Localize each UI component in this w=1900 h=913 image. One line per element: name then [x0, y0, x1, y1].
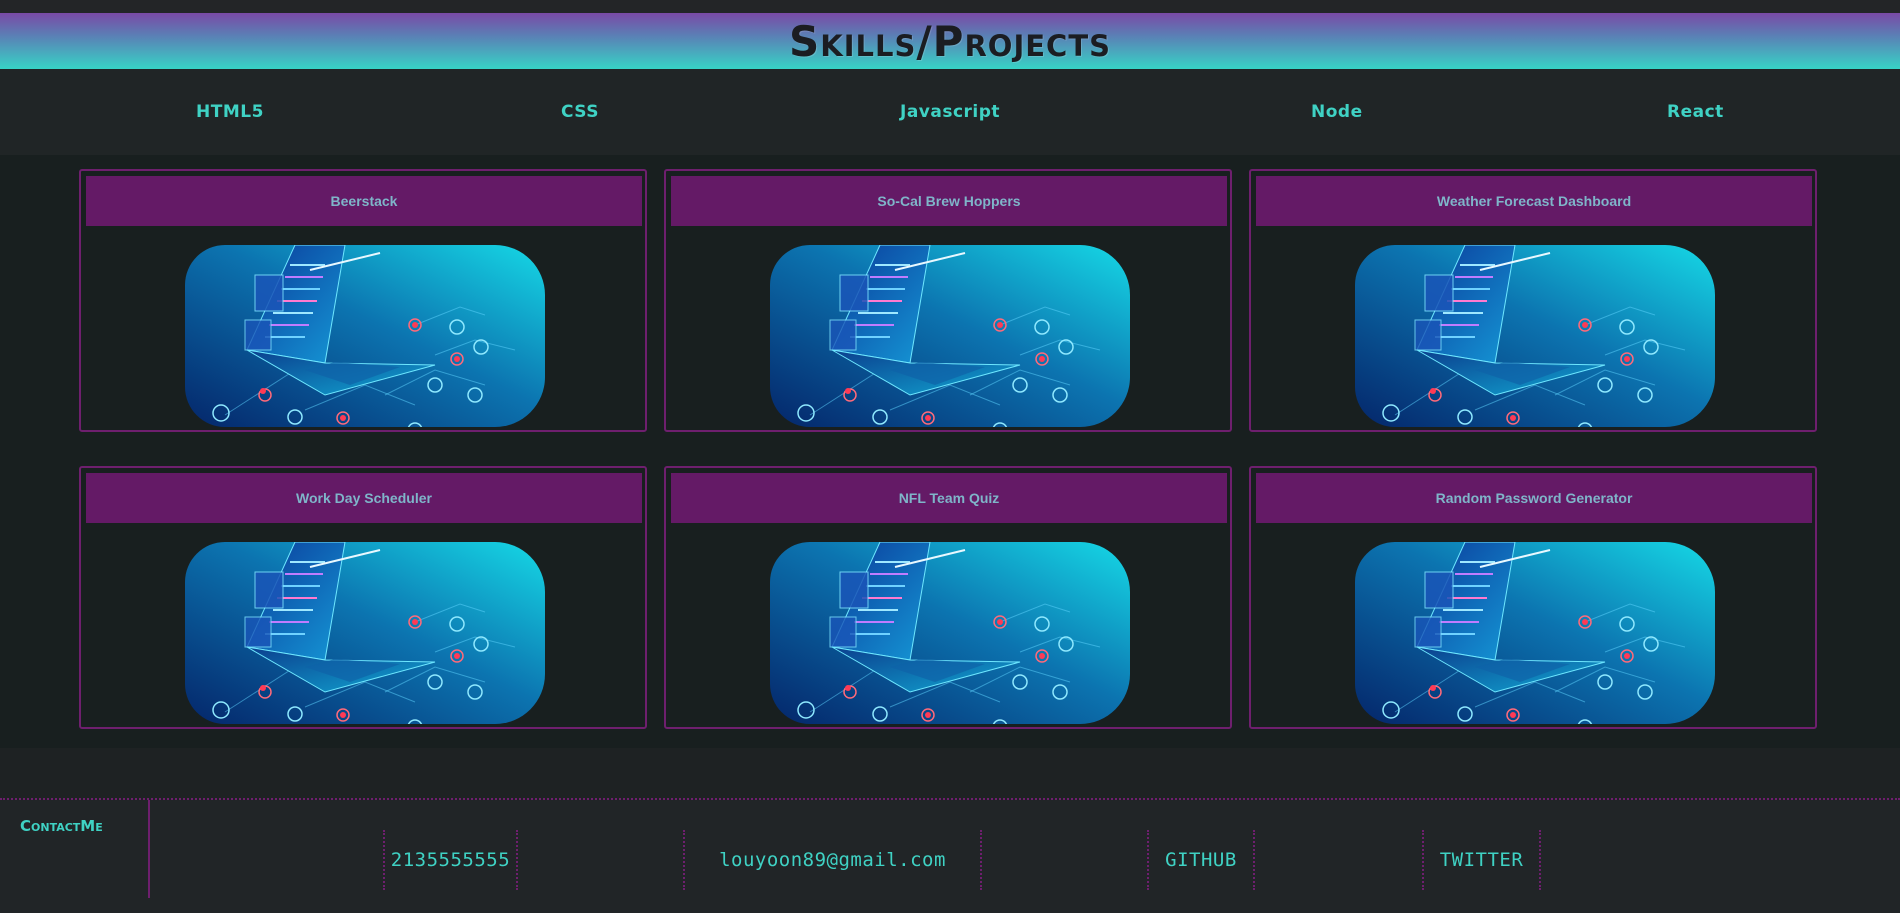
skill-node: Node [1311, 102, 1363, 122]
contact-title: ContactMe [20, 817, 103, 835]
project-title[interactable]: Beerstack [86, 176, 642, 226]
project-title[interactable]: Work Day Scheduler [86, 473, 642, 523]
project-title[interactable]: So-Cal Brew Hoppers [671, 176, 1227, 226]
project-card[interactable]: So-Cal Brew Hoppers [664, 169, 1232, 432]
skill-css: CSS [561, 102, 600, 122]
project-title[interactable]: Random Password Generator [1256, 473, 1812, 523]
page-banner: Skills/Projects [0, 13, 1900, 69]
project-card[interactable]: NFL Team Quiz [664, 466, 1232, 729]
project-card[interactable]: Beerstack [79, 169, 647, 432]
github-link[interactable]: GITHUB [1147, 830, 1255, 890]
phone-link[interactable]: 2135555555 [383, 830, 518, 890]
projects-section: Beerstack So-Cal Brew Hoppers Weather Fo… [0, 155, 1900, 748]
laptop-illustration-icon[interactable] [1355, 542, 1715, 724]
project-title[interactable]: NFL Team Quiz [671, 473, 1227, 523]
laptop-illustration-icon[interactable] [185, 542, 545, 724]
laptop-illustration-icon[interactable] [770, 245, 1130, 427]
project-card[interactable]: Random Password Generator [1249, 466, 1817, 729]
skill-html5: HTML5 [196, 102, 264, 122]
laptop-illustration-icon[interactable] [185, 245, 545, 427]
laptop-illustration-icon[interactable] [1355, 245, 1715, 427]
top-strip [0, 0, 1900, 13]
project-title[interactable]: Weather Forecast Dashboard [1256, 176, 1812, 226]
laptop-illustration-icon[interactable] [770, 542, 1130, 724]
footer: ContactMe 2135555555 louyoon89@gmail.com… [0, 800, 1900, 913]
page-title: Skills/Projects [788, 16, 1111, 66]
skill-javascript: Javascript [900, 102, 1001, 122]
project-card[interactable]: Weather Forecast Dashboard [1249, 169, 1817, 432]
skills-bar: HTML5 CSS Javascript Node React [0, 69, 1900, 155]
project-card[interactable]: Work Day Scheduler [79, 466, 647, 729]
skill-react: React [1667, 102, 1724, 122]
footer-vertical-divider [148, 800, 150, 898]
twitter-link[interactable]: TWITTER [1422, 830, 1541, 890]
email-link[interactable]: louyoon89@gmail.com [683, 830, 982, 890]
